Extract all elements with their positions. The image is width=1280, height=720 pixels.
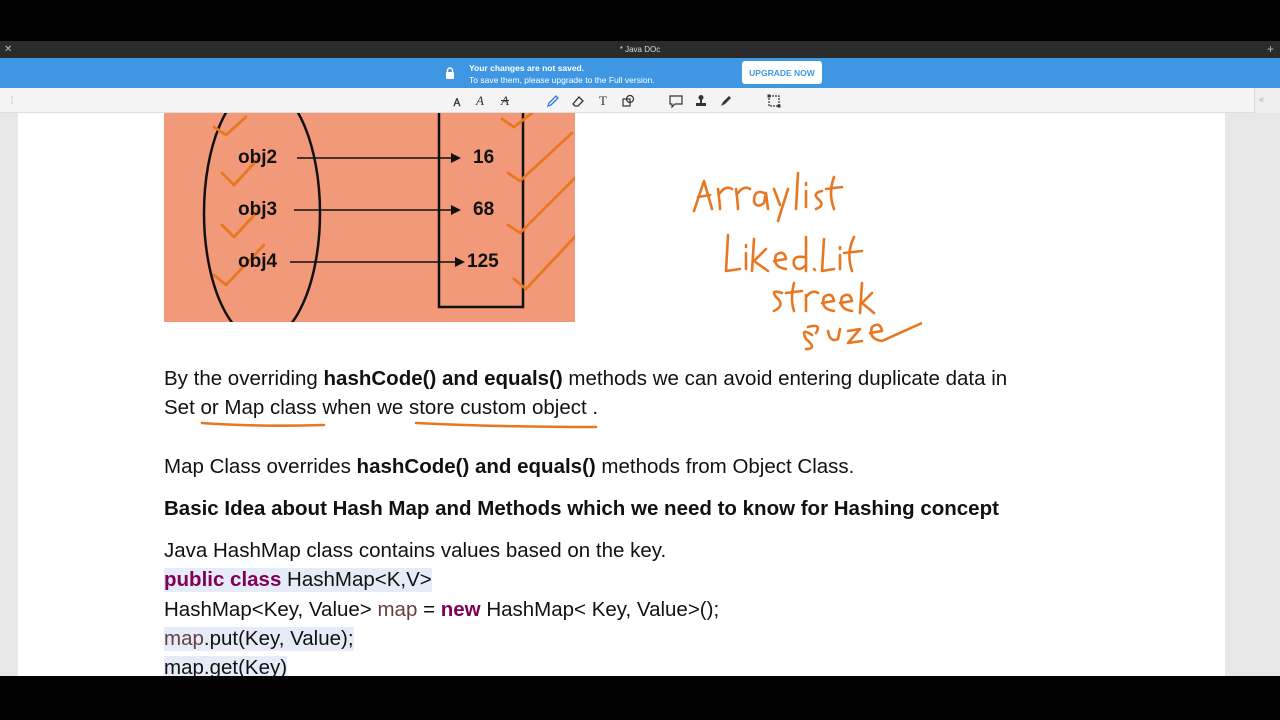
- bottom-letterbox: [0, 676, 1280, 720]
- lock-icon: [446, 67, 454, 79]
- window-title: * Java DOc: [619, 45, 661, 54]
- diagram-object-label: obj4: [238, 251, 278, 272]
- code-variable: map: [164, 627, 204, 650]
- toolbar-grip-icon: ⁞: [10, 95, 14, 107]
- diagram-hash-value: 68: [473, 199, 495, 220]
- banner-message-detail: To save them, please upgrade to the Full…: [469, 75, 655, 85]
- diagram-shapes: [202, 113, 575, 322]
- code-keyword: public class: [164, 568, 282, 591]
- signature-icon[interactable]: [718, 93, 734, 109]
- code-text: HashMap<K,V>: [281, 568, 432, 591]
- font-icon[interactable]: A: [472, 93, 488, 109]
- comment-icon[interactable]: [668, 93, 684, 109]
- bold-text-run: hashCode() and equals(): [323, 367, 563, 390]
- new-tab-icon[interactable]: +: [1267, 42, 1274, 56]
- code-variable: map: [377, 598, 418, 621]
- crop-icon[interactable]: [766, 93, 782, 109]
- shape-icon[interactable]: [620, 93, 636, 109]
- paragraph-line: By the overriding hashCode() and equals(…: [164, 367, 1007, 391]
- pen-icon[interactable]: [545, 93, 561, 109]
- title-bar: ✕ * Java DOc +: [0, 41, 1280, 58]
- code-line: map.get(Key): [164, 656, 288, 676]
- text-run: By the overriding: [164, 367, 324, 390]
- code-text: .put(Key, Value);: [203, 627, 354, 650]
- handwritten-annotation: [692, 171, 922, 351]
- code-text: HashMap<Key, Value>: [164, 598, 378, 621]
- diagram-hash-value: 125: [467, 251, 499, 272]
- diagram-object-label: obj2: [238, 147, 278, 168]
- code-line: map.put(Key, Value);: [164, 627, 354, 651]
- text-run: Map Class overrides: [164, 455, 357, 478]
- text-run: methods from Object Class.: [595, 455, 855, 478]
- hash-diagram: obj2 obj3 obj4 16 68 125: [164, 113, 575, 322]
- bold-text-run: hashCode() and equals(): [356, 455, 596, 478]
- document-page: obj2 obj3 obj4 16 68 125 By the overridi…: [18, 113, 1225, 676]
- document-viewport: obj2 obj3 obj4 16 68 125 By the overridi…: [0, 113, 1280, 676]
- text-edit-icon[interactable]: Ａ: [449, 93, 465, 109]
- paragraph-line: Map Class overrides hashCode() and equal…: [164, 455, 854, 479]
- banner-message-title: Your changes are not saved.: [469, 63, 585, 73]
- eraser-icon[interactable]: [570, 93, 586, 109]
- collapse-panel-icon[interactable]: «: [1259, 94, 1264, 104]
- code-line: HashMap<Key, Value> map = new HashMap< K…: [164, 598, 719, 622]
- stamp-icon[interactable]: [693, 93, 709, 109]
- app-window: ✕ * Java DOc + Your changes are not save…: [0, 0, 1280, 720]
- strikethrough-font-icon[interactable]: A: [497, 93, 513, 109]
- code-text: =: [417, 598, 441, 621]
- upgrade-now-button[interactable]: UPGRADE NOW: [742, 61, 822, 84]
- code-keyword: new: [440, 598, 481, 621]
- code-text: HashMap< Key, Value>();: [480, 598, 720, 621]
- upgrade-banner: Your changes are not saved. To save them…: [0, 58, 1280, 88]
- text-run: methods we can avoid entering duplicate …: [562, 367, 1008, 390]
- text-box-icon[interactable]: T: [595, 93, 611, 109]
- code-line: public class HashMap<K,V>: [164, 568, 432, 592]
- paragraph-line: Java HashMap class contains values based…: [164, 539, 667, 562]
- annotation-toolbar: ⁞ Ａ A A T: [0, 88, 1280, 113]
- diagram-object-label: obj3: [238, 199, 278, 220]
- underline-annotation: [200, 421, 598, 429]
- section-heading: Basic Idea about Hash Map and Methods wh…: [164, 497, 999, 520]
- diagram-hash-value: 16: [473, 147, 495, 168]
